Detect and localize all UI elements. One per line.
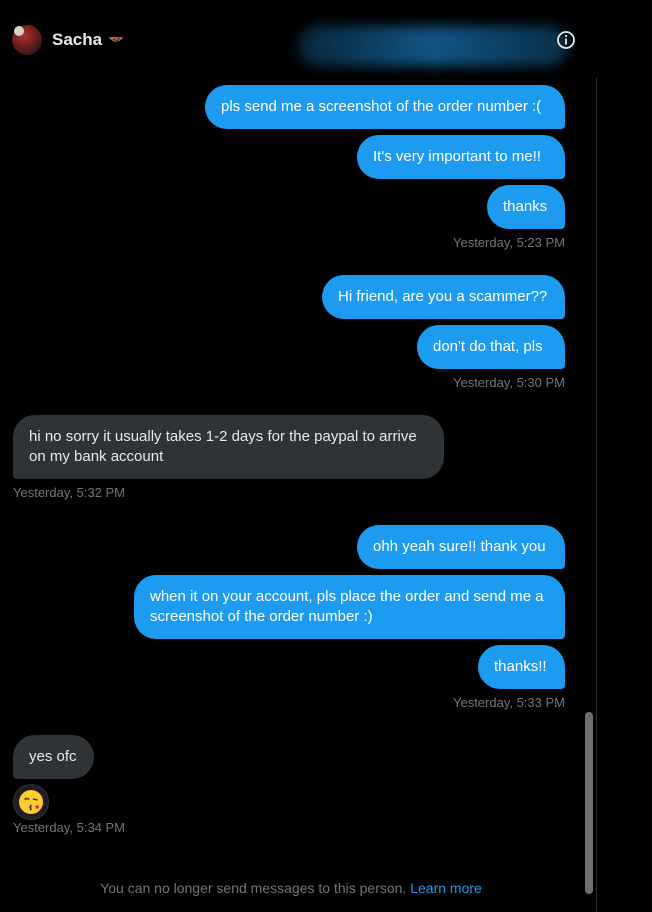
message-bubble[interactable]: Hi friend, are you a scammer?? xyxy=(322,275,565,319)
timestamp: Yesterday, 5:33 PM xyxy=(452,695,565,710)
message-bubble[interactable]: It's very important to me!! xyxy=(357,135,565,179)
kissing-face-icon[interactable] xyxy=(13,784,49,820)
message-bubble[interactable]: hi no sorry it usually takes 1-2 days fo… xyxy=(13,415,444,479)
message-text: thanks!! xyxy=(494,658,547,675)
timestamp: Yesterday, 5:30 PM xyxy=(452,375,565,390)
message-bubble[interactable]: pls send me a screenshot of the order nu… xyxy=(205,85,565,129)
conversation-footer: You can no longer send messages to this … xyxy=(0,880,582,896)
message-text: It's very important to me!! xyxy=(373,148,541,165)
message-bubble[interactable]: thanks!! xyxy=(478,645,565,689)
message-text: hi no sorry it usually takes 1-2 days fo… xyxy=(29,428,417,465)
timestamp: Yesterday, 5:32 PM xyxy=(13,485,126,500)
contact-name: Sacha xyxy=(52,30,103,49)
message-bubble[interactable]: don't do that, pls xyxy=(417,325,565,369)
message-bubble[interactable]: when it on your account, pls place the o… xyxy=(134,575,565,639)
message-bubble[interactable]: yes ofc xyxy=(13,735,94,779)
watermelon-icon xyxy=(107,31,125,49)
message-bubble[interactable]: thanks xyxy=(487,185,565,229)
message-text: thanks xyxy=(503,198,548,215)
footer-text: You can no longer send messages to this … xyxy=(100,880,407,896)
timestamp: Yesterday, 5:34 PM xyxy=(13,820,126,835)
message-text: don't do that, pls xyxy=(433,338,543,355)
learn-more-link[interactable]: Learn more xyxy=(410,880,482,896)
message-text: when it on your account, pls place the o… xyxy=(150,588,544,625)
message-text: yes ofc xyxy=(29,748,77,765)
panel-divider xyxy=(596,0,597,912)
timestamp: Yesterday, 5:23 PM xyxy=(452,235,565,250)
message-bubble[interactable]: ohh yeah sure!! thank you xyxy=(357,525,565,569)
info-icon[interactable] xyxy=(556,30,576,50)
scrollbar-thumb[interactable] xyxy=(585,712,593,894)
conversation-header: Sacha xyxy=(0,0,597,78)
blurred-region xyxy=(298,26,568,66)
message-text: ohh yeah sure!! thank you xyxy=(373,538,546,555)
message-text: Hi friend, are you a scammer?? xyxy=(338,288,548,305)
avatar[interactable] xyxy=(12,25,42,55)
conversation-title[interactable]: Sacha xyxy=(52,30,125,50)
message-text: pls send me a screenshot of the order nu… xyxy=(221,98,542,115)
